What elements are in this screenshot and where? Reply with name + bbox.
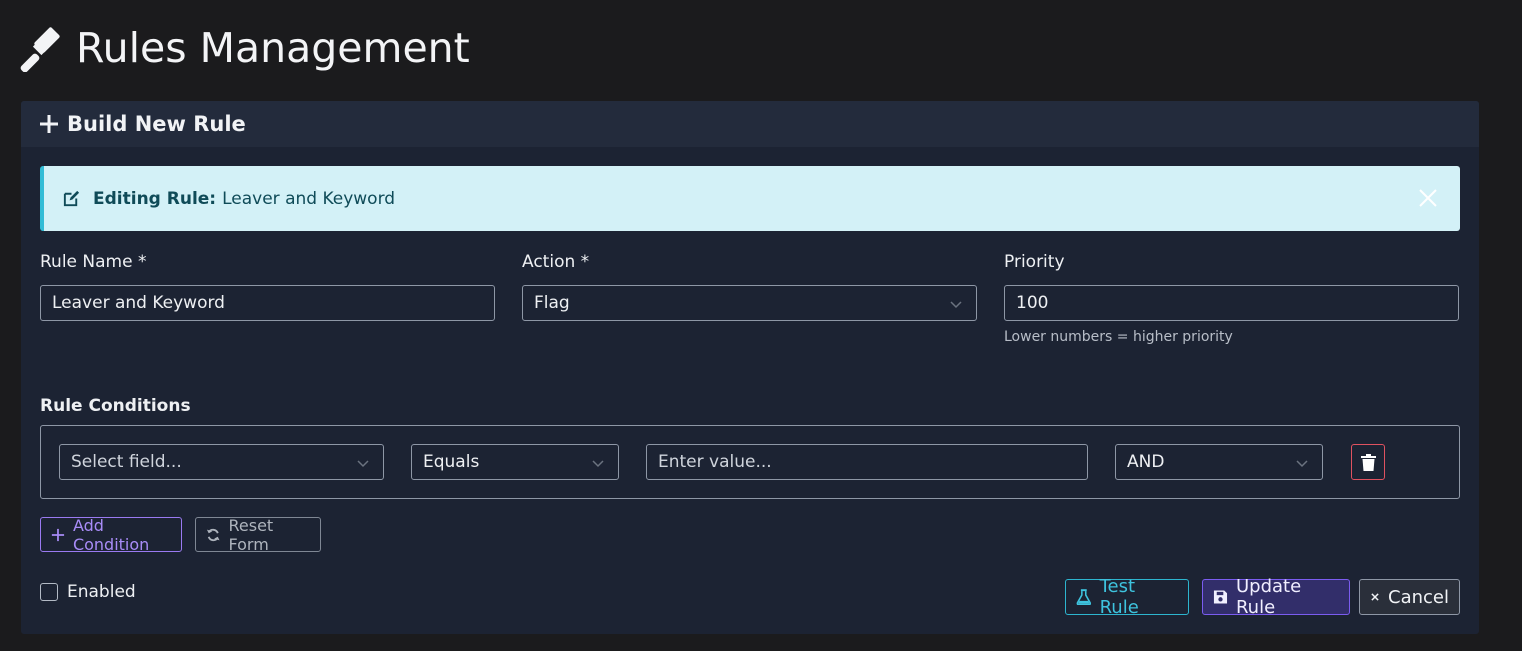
card-header-title: Build New Rule — [67, 112, 246, 136]
rule-name-value: Leaver and Keyword — [52, 293, 225, 313]
refresh-icon — [206, 528, 220, 541]
close-icon — [1371, 593, 1379, 601]
update-rule-label: Update Rule — [1235, 576, 1302, 618]
enabled-row[interactable]: Enabled — [40, 582, 136, 602]
action-value: Flag — [534, 293, 570, 313]
operator-select[interactable]: Equals — [411, 444, 619, 480]
test-rule-button[interactable]: Test Rule — [1065, 576, 1189, 618]
cancel-button[interactable]: Cancel — [1359, 579, 1460, 615]
chevron-down-icon — [1296, 460, 1308, 468]
logic-select[interactable]: AND — [1115, 444, 1323, 480]
action-select[interactable]: Flag — [522, 285, 977, 321]
editing-alert: Editing Rule: Leaver and Keyword — [40, 166, 1460, 231]
condition-row: Select field... Equals Enter value... AN… — [40, 425, 1460, 499]
priority-input[interactable]: 100 — [1004, 285, 1459, 321]
flask-icon — [1076, 589, 1092, 605]
card-header: Build New Rule — [21, 101, 1479, 147]
logic-value: AND — [1127, 452, 1165, 472]
cancel-label: Cancel — [1388, 586, 1449, 608]
operator-value: Equals — [423, 452, 480, 472]
action-label: Action * — [522, 252, 590, 272]
priority-help: Lower numbers = higher priority — [1004, 329, 1233, 345]
add-condition-button[interactable]: Add Condition — [40, 515, 182, 554]
delete-condition-button[interactable] — [1351, 444, 1385, 480]
test-rule-label: Test Rule — [1099, 576, 1139, 618]
add-condition-label: Add Condition — [72, 515, 150, 554]
page-title: Rules Management — [20, 22, 470, 74]
plus-icon — [40, 115, 58, 133]
chevron-down-icon — [592, 460, 604, 468]
trash-icon — [1360, 453, 1376, 471]
gavel-icon — [20, 27, 60, 72]
value-input-placeholder: Enter value... — [658, 452, 772, 472]
reset-form-label: Reset Form — [228, 515, 274, 554]
save-icon — [1213, 590, 1228, 604]
page-title-text: Rules Management — [76, 24, 470, 72]
priority-label: Priority — [1004, 252, 1065, 272]
reset-form-button[interactable]: Reset Form — [195, 515, 321, 554]
value-input[interactable]: Enter value... — [646, 444, 1088, 480]
rule-name-input[interactable]: Leaver and Keyword — [40, 285, 495, 321]
chevron-down-icon — [357, 460, 369, 468]
priority-value: 100 — [1016, 293, 1049, 313]
field-select-placeholder: Select field... — [71, 452, 182, 472]
chevron-down-icon — [950, 301, 962, 309]
update-rule-button[interactable]: Update Rule — [1202, 576, 1350, 618]
build-rule-card: Build New Rule Editing Rule: Leaver and … — [21, 101, 1479, 634]
plus-icon — [51, 528, 65, 541]
enabled-label: Enabled — [67, 582, 136, 602]
field-select[interactable]: Select field... — [59, 444, 384, 480]
rule-name-label: Rule Name * — [40, 252, 147, 272]
edit-icon — [63, 190, 80, 207]
enabled-checkbox[interactable] — [40, 583, 58, 601]
alert-label: Editing Rule: — [93, 188, 217, 209]
rule-conditions-label: Rule Conditions — [40, 396, 191, 416]
alert-rule-name: Leaver and Keyword — [222, 188, 396, 209]
close-icon[interactable] — [1418, 188, 1438, 208]
